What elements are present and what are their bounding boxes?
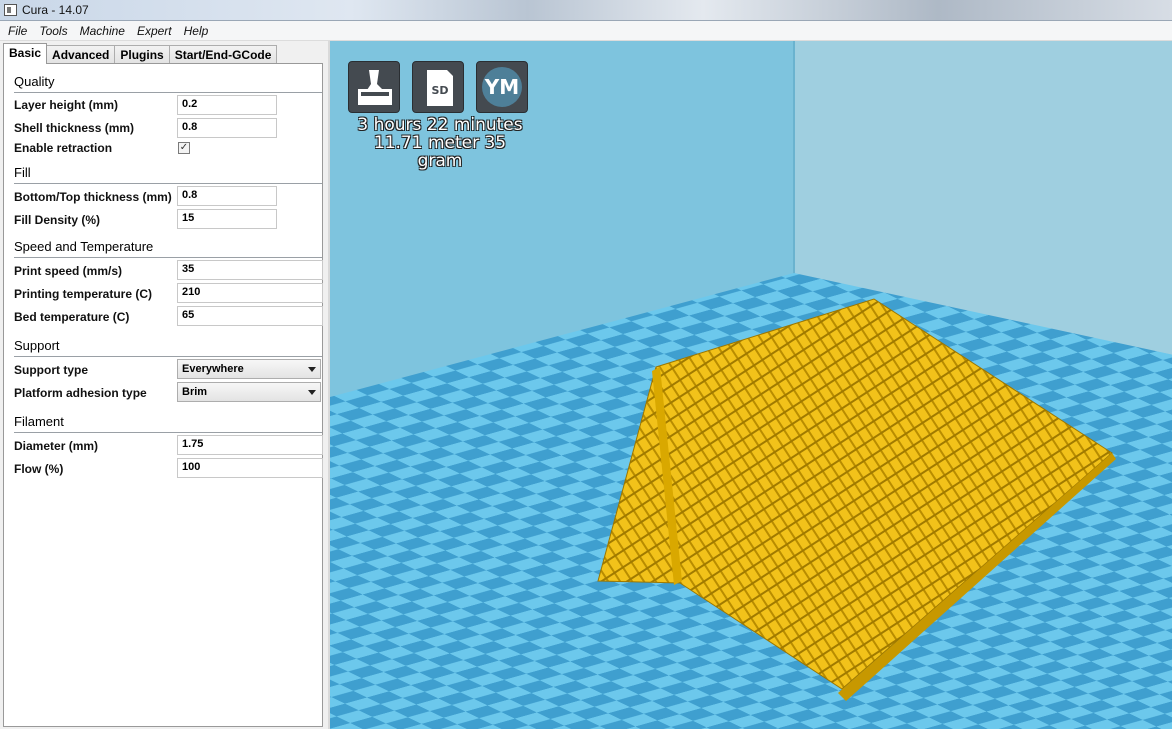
settings-tabs: Basic Advanced Plugins Start/End-GCode [3, 43, 278, 64]
layer-height-label: Layer height (mm) [14, 98, 119, 112]
print-speed-input[interactable]: 35 [177, 260, 323, 280]
bottom-top-thickness-label: Bottom/Top thickness (mm) [14, 190, 172, 204]
diameter-input[interactable]: 1.75 [177, 435, 323, 455]
print-material: 11.71 meter 35 gram [373, 133, 507, 171]
save-sd-button[interactable]: SD [412, 61, 464, 113]
section-divider [14, 257, 322, 258]
youmagine-icon: YM [482, 67, 522, 107]
bed-temperature-label: Bed temperature (C) [14, 310, 130, 324]
section-divider [14, 356, 322, 357]
section-title-fill: Fill [14, 165, 31, 180]
print-estimate: 3 hours 22 minutes 11.71 meter 35 gram [350, 116, 530, 170]
section-title-speed: Speed and Temperature [14, 239, 154, 254]
menu-file[interactable]: File [2, 24, 33, 38]
basic-settings-content: Quality Layer height (mm) 0.2 Shell thic… [3, 63, 323, 727]
tab-advanced[interactable]: Advanced [46, 45, 116, 64]
menu-bar: File Tools Machine Expert Help [0, 21, 1172, 41]
youmagine-button[interactable]: YM [476, 61, 528, 113]
shell-thickness-input[interactable]: 0.8 [177, 118, 277, 138]
menu-expert[interactable]: Expert [131, 24, 178, 38]
fill-density-input[interactable]: 15 [177, 209, 277, 229]
retraction-label: Enable retraction [14, 141, 113, 155]
tab-plugins[interactable]: Plugins [114, 45, 170, 64]
diameter-label: Diameter (mm) [14, 439, 99, 453]
support-type-label: Support type [14, 363, 88, 377]
retraction-checkbox[interactable]: ✓ [178, 142, 190, 154]
tab-start-end-gcode[interactable]: Start/End-GCode [168, 45, 278, 64]
print-speed-label: Print speed (mm/s) [14, 264, 123, 278]
fill-density-label: Fill Density (%) [14, 213, 101, 227]
platform-adhesion-label: Platform adhesion type [14, 386, 147, 400]
app-icon [4, 4, 17, 16]
flow-label: Flow (%) [14, 462, 64, 476]
section-title-quality: Quality [14, 74, 55, 89]
svg-text:SD: SD [431, 84, 448, 97]
section-title-support: Support [14, 338, 60, 353]
bed-temperature-input[interactable]: 65 [177, 306, 323, 326]
sd-card-icon: SD [427, 70, 453, 106]
menu-help[interactable]: Help [178, 24, 215, 38]
3d-viewport[interactable]: SD YM 3 hours 22 minutes 11.71 meter 35 … [328, 41, 1172, 729]
platform-adhesion-value: Brim [182, 386, 208, 398]
printing-temperature-label: Printing temperature (C) [14, 287, 153, 301]
window-title: Cura - 14.07 [22, 3, 89, 17]
support-type-select[interactable]: Everywhere [177, 359, 321, 379]
bottom-top-thickness-input[interactable]: 0.8 [177, 186, 277, 206]
menu-machine[interactable]: Machine [74, 24, 131, 38]
tab-basic[interactable]: Basic [3, 43, 48, 64]
printing-temperature-input[interactable]: 210 [177, 283, 323, 303]
support-type-value: Everywhere [182, 363, 244, 375]
chevron-down-icon [308, 367, 316, 372]
section-divider [14, 92, 322, 93]
shell-thickness-label: Shell thickness (mm) [14, 121, 135, 135]
layer-height-input[interactable]: 0.2 [177, 95, 277, 115]
section-divider [14, 432, 322, 433]
load-model-icon [358, 70, 392, 105]
chevron-down-icon [308, 390, 316, 395]
platform-adhesion-select[interactable]: Brim [177, 382, 321, 402]
section-title-filament: Filament [14, 414, 64, 429]
section-divider [14, 183, 322, 184]
flow-input[interactable]: 100 [177, 458, 323, 478]
menu-tools[interactable]: Tools [33, 24, 73, 38]
settings-panel: Basic Advanced Plugins Start/End-GCode Q… [0, 41, 328, 729]
print-time: 3 hours 22 minutes [357, 115, 523, 135]
load-model-button[interactable] [348, 61, 400, 113]
title-bar: Cura - 14.07 [0, 0, 1172, 21]
